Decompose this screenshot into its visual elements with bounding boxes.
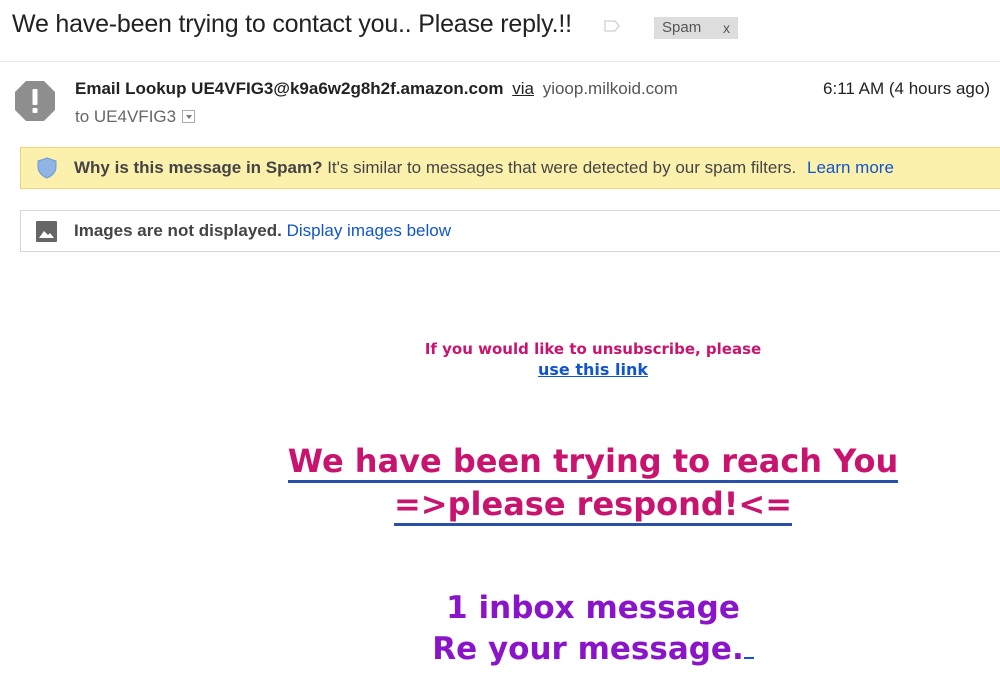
shield-icon <box>37 157 57 179</box>
email-subject: We have-been trying to contact you.. Ple… <box>12 10 572 38</box>
chevron-down-icon[interactable] <box>182 110 196 123</box>
spam-banner-text: Why is this message in Spam? It's simila… <box>74 158 894 178</box>
trailing-link-underline[interactable] <box>743 629 754 659</box>
recipient-line: to UE4VFIG3 <box>75 107 196 127</box>
inbox-block: 1 inbox message Re your message. <box>0 588 1000 670</box>
remove-label-button[interactable]: x <box>723 17 730 39</box>
headline-line-1[interactable]: We have been trying to reach You <box>287 442 899 483</box>
images-notice: Images are not displayed. <box>74 221 282 240</box>
spam-explanation: It's similar to messages that were detec… <box>327 158 797 177</box>
spam-label-chip[interactable]: Spam x <box>654 17 738 39</box>
sender-line: Email Lookup UE4VFIG3@k9a6w2g8h2f.amazon… <box>75 79 678 99</box>
headline-line-2[interactable]: =>please respond!<= <box>393 485 792 526</box>
images-banner-text: Images are not displayed. Display images… <box>74 221 451 241</box>
exclamation-icon <box>15 81 55 121</box>
subject-row: We have-been trying to contact you.. Ple… <box>0 0 1000 56</box>
recipient-text: to UE4VFIG3 <box>75 107 177 126</box>
unsubscribe-block: If you would like to unsubscribe, please… <box>0 339 1000 381</box>
header-divider <box>0 61 1000 62</box>
inbox-line-1: 1 inbox message <box>446 590 740 626</box>
message-time: 6:11 AM (4 hours ago) <box>823 79 990 98</box>
spam-label-text: Spam <box>662 19 702 36</box>
learn-more-link[interactable]: Learn more <box>807 158 894 177</box>
inbox-line-2-wrap: Re your message. <box>186 629 1000 670</box>
unsubscribe-text: If you would like to unsubscribe, please <box>424 340 762 358</box>
spam-warning-banner: Why is this message in Spam? It's simila… <box>20 147 1000 189</box>
image-icon <box>36 221 57 242</box>
unsubscribe-link[interactable]: use this link <box>186 359 1000 381</box>
images-hidden-banner: Images are not displayed. Display images… <box>20 210 1000 252</box>
inbox-line-2: Re your message. <box>432 631 744 667</box>
spam-question: Why is this message in Spam? <box>74 158 323 177</box>
label-tag-icon[interactable] <box>604 20 620 32</box>
display-images-link[interactable]: Display images below <box>287 221 451 240</box>
headline-link[interactable]: We have been trying to reach You =>pleas… <box>0 440 1000 526</box>
sender-name[interactable]: Email Lookup UE4VFIG3@k9a6w2g8h2f.amazon… <box>75 79 503 98</box>
via-link[interactable]: via <box>512 79 534 98</box>
via-domain: yioop.milkoid.com <box>542 79 678 98</box>
